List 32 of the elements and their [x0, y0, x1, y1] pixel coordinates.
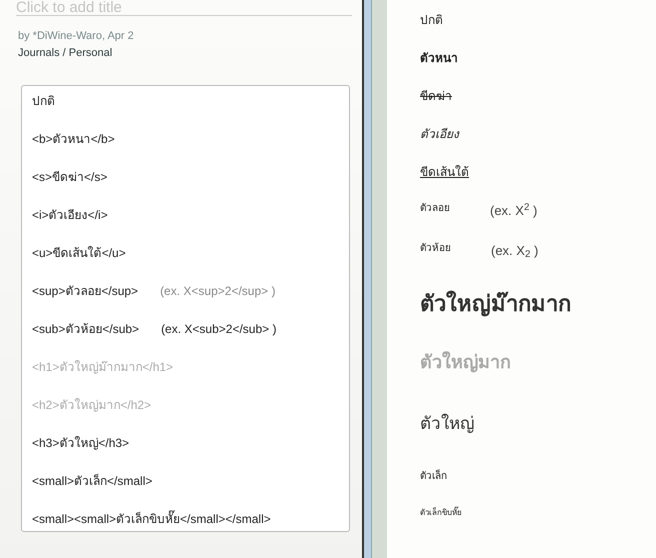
- preview-text: ตัวใหญ่: [420, 412, 474, 435]
- code-line: <b>ตัวหนา</b>: [32, 131, 115, 148]
- example-text: (ex. X$^{2}$ ): [490, 201, 538, 220]
- journal-text-area[interactable]: [21, 85, 350, 532]
- preview-text: ตัวหนา: [420, 50, 458, 67]
- preview-text: ขีดเส้นใต้: [420, 164, 469, 181]
- category-link[interactable]: Journals / Personal: [18, 44, 362, 61]
- preview-text: ปกติ: [420, 12, 443, 29]
- preview-text: ตัวเล็กขิบหั๊ย: [420, 507, 462, 519]
- code-line: <sub>ตัวห้อย</sub>: [32, 321, 140, 338]
- code-line: <sup>ตัวลอย</sup>: [32, 283, 138, 300]
- preview-text: ตัวเอียง: [420, 126, 459, 143]
- byline: by *DiWine-Waro, Apr 2: [18, 29, 135, 44]
- code-line: <u>ขีดเส้นใต้</u>: [32, 245, 126, 262]
- preview-text: ตัวเล็ก: [420, 469, 447, 484]
- example-text: (ex. X<sup>2</sup> ): [160, 283, 276, 300]
- example-text: (ex. X<sub>2</sub> ): [161, 321, 276, 338]
- code-line: <h3>ตัวใหญ่</h3>: [32, 435, 130, 452]
- code-line: <h1>ตัวใหญ่ม๊ากมาก</h1>: [32, 359, 174, 376]
- preview-text: ตัวใหญ่ม๊ากมาก: [420, 290, 571, 318]
- code-line: <small>ตัวเล็ก</small>: [32, 472, 152, 490]
- preview-text: ตัวห้อย: [420, 242, 451, 256]
- example-text: (ex. X$_{2}$ ): [491, 242, 538, 260]
- code-line: <h2>ตัวใหญ่มาก</h2>: [32, 397, 152, 414]
- code-line: <s>ขีดฆ่า</s>: [32, 169, 108, 186]
- code-line: <small><small>ตัวเล็กขิบหั๊ย</small></small>: [32, 510, 271, 528]
- code-line: <i>ตัวเอียง</i>: [32, 207, 108, 224]
- preview-text: ขีดฆ่า: [420, 88, 452, 105]
- preview-text: ตัวใหญ่มาก: [420, 350, 511, 374]
- code-line: ปกติ: [32, 93, 55, 110]
- scrollbar[interactable]: [364, 0, 372, 558]
- preview-text: ตัวลอย: [420, 202, 450, 216]
